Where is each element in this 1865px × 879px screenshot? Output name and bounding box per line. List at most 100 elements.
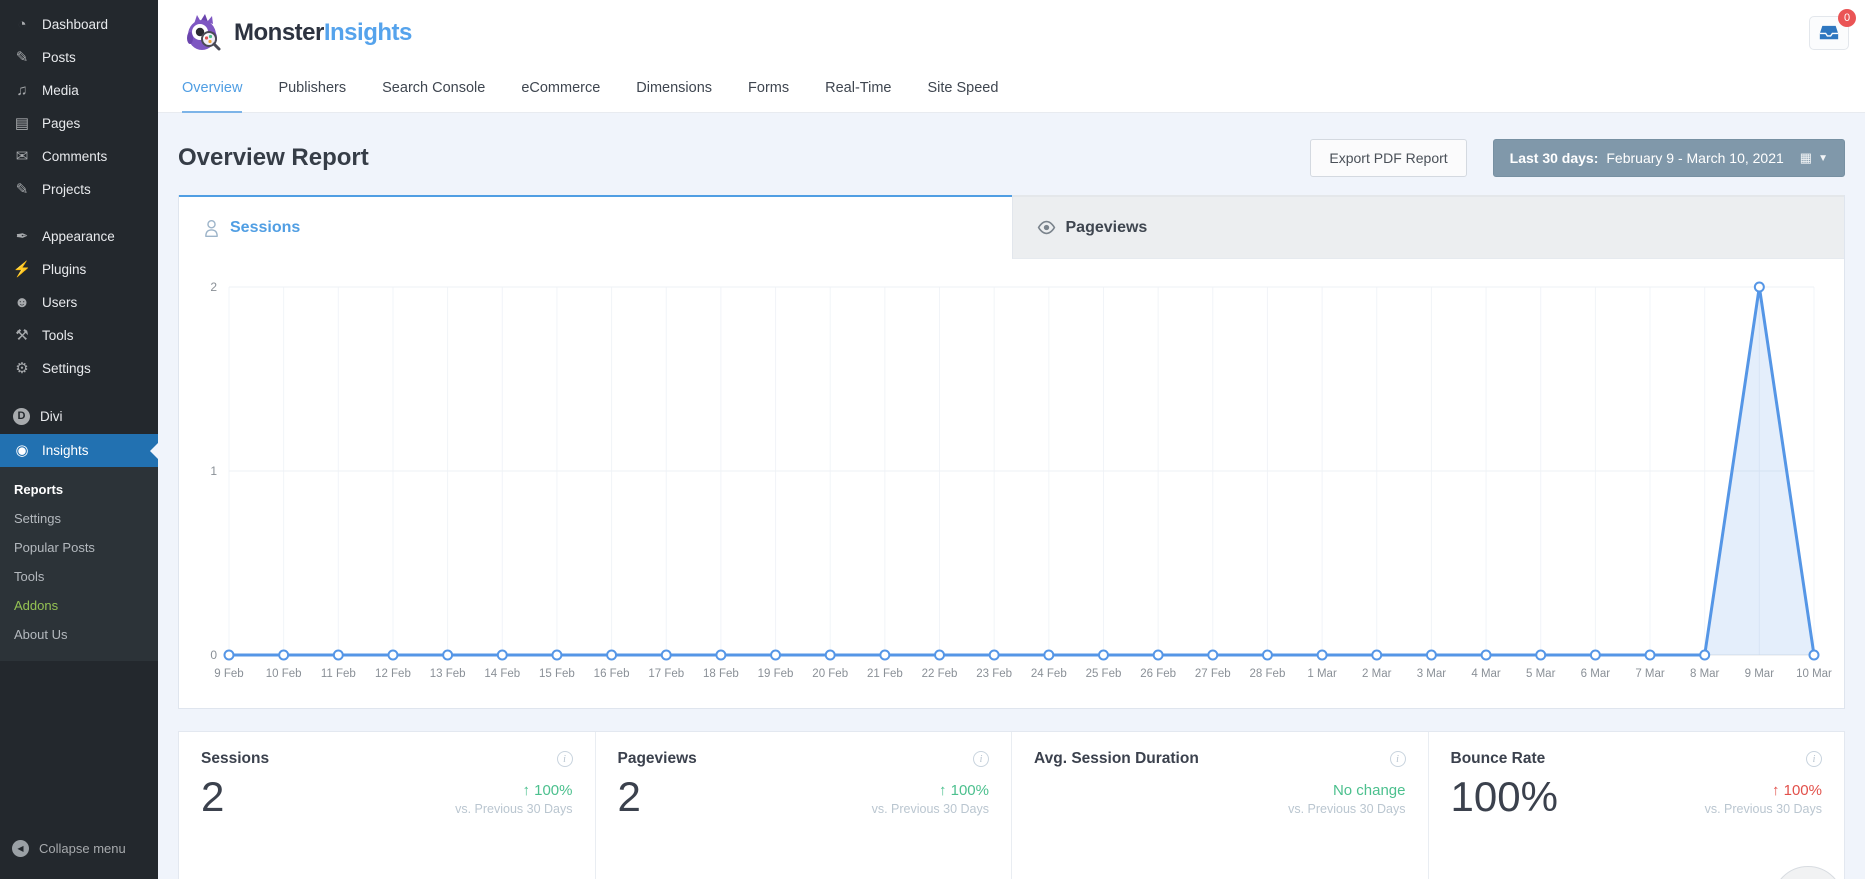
- stat-card-pageviews: Pageviews i 2 ↑ 100% vs. Previous 30 Days: [596, 732, 1012, 879]
- chart-marker[interactable]: [1371, 649, 1383, 661]
- date-range-button[interactable]: Last 30 days: February 9 - March 10, 202…: [1492, 139, 1845, 177]
- stat-change: ↑ 100%: [522, 782, 573, 799]
- pushpin-icon: ✎: [15, 181, 29, 198]
- x-axis-label: 17 Feb: [648, 668, 684, 680]
- chart-marker[interactable]: [1480, 649, 1492, 661]
- sidebar-item-users[interactable]: ☻ Users: [0, 286, 158, 319]
- sidebar-item-label: Tools: [42, 328, 74, 343]
- chart-marker[interactable]: [660, 649, 672, 661]
- stat-card-body: No change vs. Previous 30 Days: [1034, 774, 1405, 816]
- sessions-line-chart: 2 1 0 9 Feb 10 Feb 11 Feb 12 Feb 13 Feb 14 Feb 15…: [210, 280, 1832, 680]
- sidebar-item-label: Users: [42, 295, 78, 310]
- info-icon[interactable]: i: [1806, 751, 1822, 767]
- submenu-item-about-us[interactable]: About Us: [0, 620, 158, 649]
- sidebar-item-comments[interactable]: ✉ Comments: [0, 140, 158, 173]
- stat-versus-label: vs. Previous 30 Days: [871, 802, 989, 816]
- info-icon[interactable]: i: [556, 751, 573, 767]
- sidebar-item-label: Projects: [42, 182, 91, 197]
- chart-marker[interactable]: [387, 649, 399, 661]
- tab-site-speed[interactable]: Site Speed: [927, 66, 998, 113]
- chart-marker[interactable]: [715, 649, 727, 661]
- tab-pageviews-label: Pageviews: [1065, 218, 1148, 236]
- tab-sessions[interactable]: Sessions: [179, 195, 1012, 259]
- monster-mascot-icon: [187, 14, 221, 51]
- collapse-menu-button[interactable]: ◀ Collapse menu: [0, 832, 158, 865]
- chart-marker[interactable]: [879, 649, 891, 661]
- chart-marker[interactable]: [1097, 649, 1109, 661]
- collapse-arrow-icon: ◀: [12, 840, 29, 857]
- chart-marker[interactable]: [988, 649, 1000, 661]
- tab-sessions-label: Sessions: [230, 219, 301, 236]
- chart-marker[interactable]: [332, 649, 344, 661]
- chart-marker[interactable]: [1589, 649, 1601, 661]
- chart-marker[interactable]: [1207, 649, 1219, 661]
- chart-marker[interactable]: [1535, 649, 1547, 661]
- tab-ecommerce[interactable]: eCommerce: [521, 66, 600, 113]
- sidebar-item-pages[interactable]: ▤ Pages: [0, 107, 158, 140]
- tab-dimensions[interactable]: Dimensions: [636, 66, 712, 113]
- info-icon[interactable]: i: [1389, 751, 1406, 767]
- tab-publishers[interactable]: Publishers: [278, 66, 346, 113]
- chart-marker[interactable]: [1261, 649, 1273, 661]
- chart-marker[interactable]: [223, 649, 235, 661]
- submenu-item-reports[interactable]: Reports: [0, 475, 158, 504]
- sidebar-item-divi[interactable]: D Divi: [0, 399, 158, 434]
- user-icon: ☻: [14, 294, 30, 311]
- chart-marker[interactable]: [934, 649, 946, 661]
- export-pdf-button[interactable]: Export PDF Report: [1310, 139, 1467, 177]
- sidebar-item-plugins[interactable]: ⚡ Plugins: [0, 253, 158, 286]
- x-axis-label: 14 Feb: [484, 668, 520, 680]
- sidebar-item-media[interactable]: ♫ Media: [0, 74, 158, 107]
- tab-real-time[interactable]: Real-Time: [825, 66, 891, 113]
- tab-forms[interactable]: Forms: [748, 66, 789, 113]
- sidebar-item-insights[interactable]: ◉ Insights: [0, 434, 158, 467]
- chart-marker[interactable]: [770, 649, 782, 661]
- x-axis-label: 25 Feb: [1086, 668, 1122, 680]
- tab-overview[interactable]: Overview: [182, 66, 243, 113]
- chart-marker[interactable]: [606, 649, 618, 661]
- submenu-item-addons[interactable]: Addons: [0, 591, 158, 620]
- chart-marker[interactable]: [1808, 649, 1820, 661]
- notification-count-badge: 0: [1838, 9, 1856, 27]
- stat-card-body: 100% ↑ 100% vs. Previous 30 Days: [1451, 773, 1823, 820]
- chart-marker[interactable]: [824, 649, 836, 661]
- sidebar-item-dashboard[interactable]: ◔ Dashboard: [0, 8, 158, 41]
- chart-marker[interactable]: [1753, 281, 1765, 293]
- chart-marker[interactable]: [442, 649, 454, 661]
- chart-marker[interactable]: [1699, 649, 1711, 661]
- chart-marker[interactable]: [1425, 649, 1437, 661]
- notifications-inbox-button[interactable]: 0: [1809, 9, 1856, 50]
- x-axis-label: 24 Feb: [1031, 668, 1067, 680]
- tab-pageviews[interactable]: Pageviews: [1011, 195, 1844, 259]
- sidebar-item-label: Settings: [42, 361, 91, 376]
- chart-marker[interactable]: [1152, 649, 1164, 661]
- monsterinsights-logo: MonsterInsights: [182, 12, 412, 54]
- chart-marker[interactable]: [1043, 649, 1055, 661]
- chart-marker[interactable]: [278, 649, 290, 661]
- sidebar-item-label: Dashboard: [42, 17, 109, 32]
- submenu-item-tools[interactable]: Tools: [0, 562, 158, 591]
- tab-search-console[interactable]: Search Console: [382, 66, 485, 113]
- submenu-item-popular-posts[interactable]: Popular Posts: [0, 533, 158, 562]
- stat-card-body: 2 ↑ 100% vs. Previous 30 Days: [618, 773, 990, 820]
- sidebar-item-appearance[interactable]: ✒ Appearance: [0, 220, 158, 253]
- chart-marker[interactable]: [1644, 649, 1656, 661]
- sidebar-item-settings[interactable]: ⚙ Settings: [0, 352, 158, 385]
- info-icon[interactable]: i: [973, 751, 989, 767]
- chart-marker[interactable]: [1316, 649, 1328, 661]
- x-axis-label: 9 Feb: [214, 668, 243, 680]
- sidebar-item-tools[interactable]: ⚒ Tools: [0, 319, 158, 352]
- date-range-label: Last 30 days:: [1509, 150, 1599, 166]
- submenu-item-settings[interactable]: Settings: [0, 504, 158, 533]
- stat-title: Avg. Session Duration: [1034, 750, 1199, 767]
- chart-marker[interactable]: [496, 649, 508, 661]
- sidebar-item-label: Posts: [42, 50, 76, 65]
- x-axis-label: 15 Feb: [539, 668, 575, 680]
- monsterinsights-topbar: MonsterInsights 0: [158, 0, 1865, 66]
- media-icon: ♫: [16, 82, 28, 99]
- chart-marker[interactable]: [551, 649, 563, 661]
- sidebar-item-projects[interactable]: ✎ Projects: [0, 173, 158, 206]
- x-axis-label: 11 Feb: [321, 668, 356, 680]
- stat-comparison: No change vs. Previous 30 Days: [1288, 782, 1405, 816]
- sidebar-item-posts[interactable]: ✎ Posts: [0, 41, 158, 74]
